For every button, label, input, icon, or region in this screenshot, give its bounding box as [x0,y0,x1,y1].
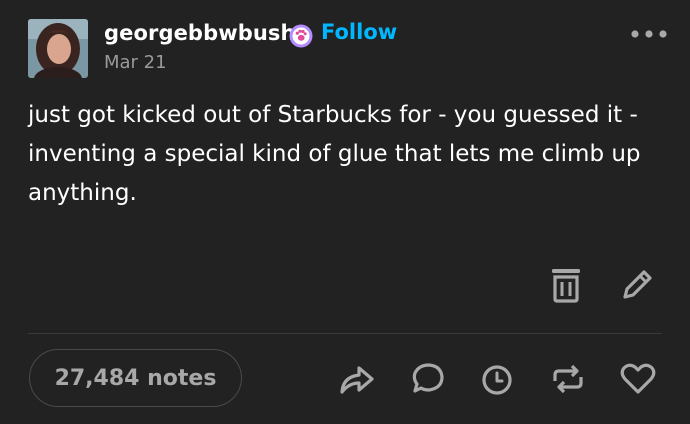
follow-button[interactable]: Follow [321,20,397,44]
trash-icon[interactable] [548,266,584,304]
share-icon[interactable] [337,361,377,397]
avatar[interactable] [28,19,88,78]
username-link[interactable]: georgebbwbush [104,21,296,45]
pencil-icon[interactable] [619,267,655,303]
clock-icon[interactable] [479,362,515,398]
reply-bubble-icon[interactable] [408,360,448,398]
reblog-icon[interactable] [549,361,587,397]
notes-button[interactable]: 27,484 notes [29,349,242,407]
post-date[interactable]: Mar 21 [104,52,167,73]
avatar-image [28,19,88,78]
post-body-text: just got kicked out of Starbucks for - y… [28,102,641,206]
divider [28,333,662,334]
post-card: georgebbwbush Follow Mar 21 just got kic… [0,0,690,424]
heart-icon[interactable] [618,361,658,397]
paw-badge-icon [289,24,313,48]
more-horizontal-icon[interactable] [629,25,669,43]
